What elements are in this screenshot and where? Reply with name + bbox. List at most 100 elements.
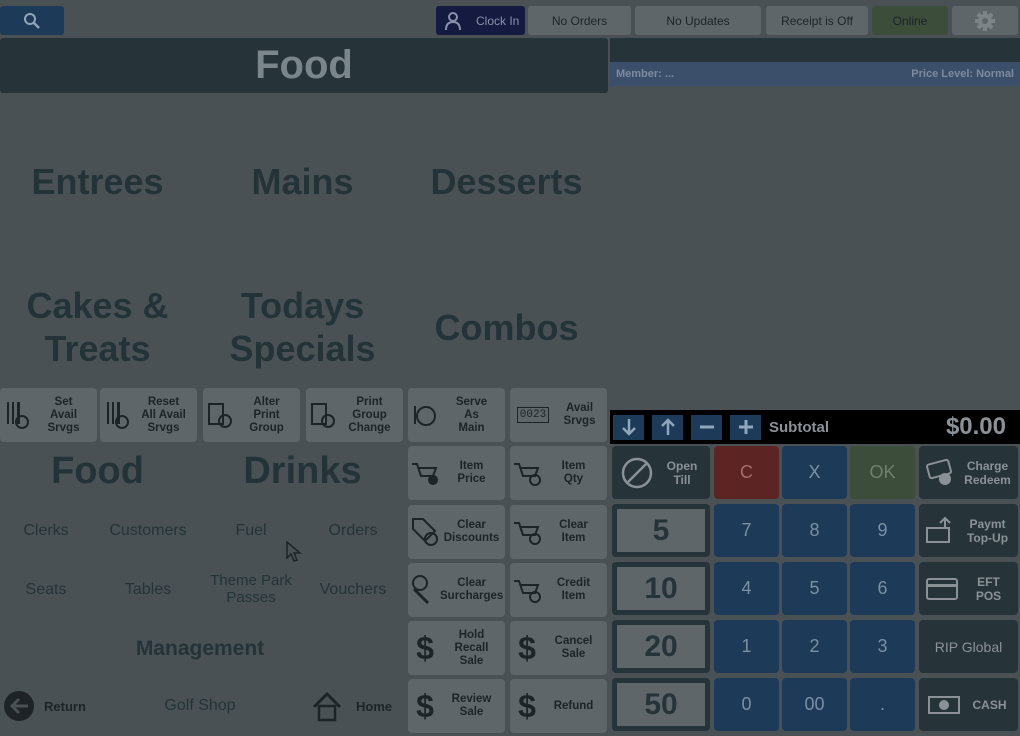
clear-item-label: Clear Item bbox=[559, 519, 588, 544]
key-5[interactable]: 5 bbox=[782, 562, 847, 615]
dollar-refund-icon: $ bbox=[518, 687, 536, 724]
menu-customers[interactable]: Customers bbox=[98, 514, 198, 546]
multiply-key[interactable]: X bbox=[782, 446, 847, 499]
arrow-up-icon bbox=[660, 418, 675, 435]
search-icon bbox=[24, 12, 40, 29]
scroll-up-button[interactable] bbox=[652, 414, 683, 440]
orders-status-label: No Orders bbox=[551, 13, 608, 28]
category-todays-specials[interactable]: Todays Specials bbox=[205, 282, 400, 372]
menu-theme-park-passes[interactable]: Theme Park Passes bbox=[198, 570, 304, 608]
note-10-button[interactable]: 10 bbox=[612, 562, 710, 615]
decrease-button[interactable] bbox=[691, 414, 722, 440]
menu-management[interactable]: Management bbox=[0, 632, 400, 664]
item-price-button[interactable]: Item Price bbox=[408, 446, 505, 500]
menu-golf-shop[interactable]: Golf Shop bbox=[130, 690, 270, 720]
key-9[interactable]: 9 bbox=[850, 504, 915, 557]
arrow-down-icon bbox=[621, 419, 636, 436]
scroll-down-button[interactable] bbox=[613, 414, 644, 440]
mouse-cursor-icon bbox=[286, 541, 302, 562]
settings-button[interactable] bbox=[952, 6, 1018, 35]
home-button[interactable]: Home bbox=[306, 686, 404, 726]
note-20-button[interactable]: 20 bbox=[612, 620, 710, 673]
return-button[interactable]: Return bbox=[0, 686, 100, 726]
updates-status-button[interactable]: No Updates bbox=[635, 6, 761, 35]
paymt-topup-button[interactable]: Paymt Top-Up bbox=[919, 504, 1018, 557]
back-arrow-icon bbox=[4, 691, 34, 721]
note-10-label: 10 bbox=[644, 571, 678, 605]
menu-orders[interactable]: Orders bbox=[304, 514, 402, 546]
key-decimal[interactable]: . bbox=[850, 678, 915, 731]
reset-avail-srvgs-button[interactable]: Reset All Avail Srvgs bbox=[100, 388, 197, 442]
alter-print-group-button[interactable]: Alter Print Group bbox=[203, 388, 300, 442]
serve-as-main-button[interactable]: Serve As Main bbox=[408, 388, 505, 442]
ok-key[interactable]: OK bbox=[850, 446, 915, 499]
key-8[interactable]: 8 bbox=[782, 504, 847, 557]
key-00[interactable]: 00 bbox=[782, 678, 847, 731]
cart-credit-icon bbox=[514, 580, 541, 603]
key-0[interactable]: 0 bbox=[714, 678, 779, 731]
key-3[interactable]: 3 bbox=[850, 620, 915, 673]
avail-srvgs-button[interactable]: 0023 Avail Srvgs bbox=[510, 388, 607, 442]
return-label: Return bbox=[44, 698, 86, 714]
category-entrees[interactable]: Entrees bbox=[0, 155, 195, 207]
print-group-change-button[interactable]: Print Group Change bbox=[306, 388, 403, 442]
category-mains[interactable]: Mains bbox=[205, 155, 400, 207]
cash-button[interactable]: CASH bbox=[919, 678, 1018, 731]
menu-clerks[interactable]: Clerks bbox=[0, 514, 92, 546]
set-avail-srvgs-label: Set Avail Srvgs bbox=[47, 395, 80, 434]
menu-seats[interactable]: Seats bbox=[0, 572, 92, 606]
category-combos-label: Combos bbox=[434, 306, 579, 348]
search-button[interactable] bbox=[0, 6, 64, 35]
cutlery-icon bbox=[7, 402, 29, 429]
rip-global-button[interactable]: RIP Global bbox=[919, 620, 1018, 673]
printer-icon bbox=[208, 403, 232, 428]
category-cakes-treats[interactable]: Cakes & Treats bbox=[0, 282, 195, 372]
menu-tables[interactable]: Tables bbox=[98, 572, 198, 606]
till-icon bbox=[621, 457, 653, 488]
key-6[interactable]: 6 bbox=[850, 562, 915, 615]
hold-recall-sale-label: Hold Recall Sale bbox=[454, 628, 489, 667]
eft-pos-button[interactable]: EFT POS bbox=[919, 562, 1018, 615]
subtotal-label: Subtotal bbox=[769, 418, 829, 436]
credit-item-button[interactable]: Credit Item bbox=[510, 563, 607, 617]
clear-discounts-label: Clear Discounts bbox=[443, 519, 500, 544]
clear-surcharges-button[interactable]: Clear Surcharges bbox=[408, 563, 505, 617]
clear-item-button[interactable]: Clear Item bbox=[510, 505, 607, 559]
category-desserts[interactable]: Desserts bbox=[408, 155, 605, 207]
category-food[interactable]: Food bbox=[0, 448, 195, 494]
clear-key[interactable]: C bbox=[714, 446, 779, 499]
clear-discounts-button[interactable]: Clear Discounts bbox=[408, 505, 505, 559]
hold-recall-sale-button[interactable]: $ Hold Recall Sale bbox=[408, 621, 505, 675]
category-combos[interactable]: Combos bbox=[408, 300, 605, 354]
cancel-sale-button[interactable]: $ Cancel Sale bbox=[510, 621, 607, 675]
key-7[interactable]: 7 bbox=[714, 504, 779, 557]
menu-vouchers[interactable]: Vouchers bbox=[304, 572, 402, 606]
key-00-label: 00 bbox=[804, 694, 825, 714]
item-qty-button[interactable]: Item Qty bbox=[510, 446, 607, 500]
item-price-label: Item Price bbox=[457, 460, 486, 485]
plate-icon bbox=[414, 406, 436, 426]
clock-in-button[interactable]: Clock In bbox=[436, 6, 525, 35]
orders-status-button[interactable]: No Orders bbox=[528, 6, 631, 35]
member-label[interactable]: Member: ... bbox=[616, 68, 674, 80]
review-sale-button[interactable]: $ Review Sale bbox=[408, 679, 505, 733]
key-5-label: 5 bbox=[809, 578, 820, 598]
increase-button[interactable] bbox=[730, 414, 761, 440]
cutlery-reset-icon bbox=[107, 402, 129, 429]
refund-button[interactable]: $ Refund bbox=[510, 679, 607, 733]
key-2[interactable]: 2 bbox=[782, 620, 847, 673]
subtotal-amount: $0.00 bbox=[945, 413, 1006, 440]
menu-fuel-label: Fuel bbox=[235, 521, 267, 539]
charge-redeem-button[interactable]: Charge Redeem bbox=[919, 446, 1018, 499]
note-50-button[interactable]: 50 bbox=[612, 678, 710, 731]
note-5-button[interactable]: 5 bbox=[612, 504, 710, 557]
online-status-button[interactable]: Online bbox=[872, 6, 948, 35]
open-till-button[interactable]: Open Till bbox=[612, 446, 710, 499]
category-drinks[interactable]: Drinks bbox=[205, 448, 400, 494]
set-avail-srvgs-button[interactable]: Set Avail Srvgs bbox=[0, 388, 97, 442]
key-1[interactable]: 1 bbox=[714, 620, 779, 673]
open-till-label: Open Till bbox=[666, 458, 698, 487]
receipt-toggle-button[interactable]: Receipt is Off bbox=[766, 6, 868, 35]
key-4[interactable]: 4 bbox=[714, 562, 779, 615]
ok-key-label: OK bbox=[869, 462, 896, 482]
